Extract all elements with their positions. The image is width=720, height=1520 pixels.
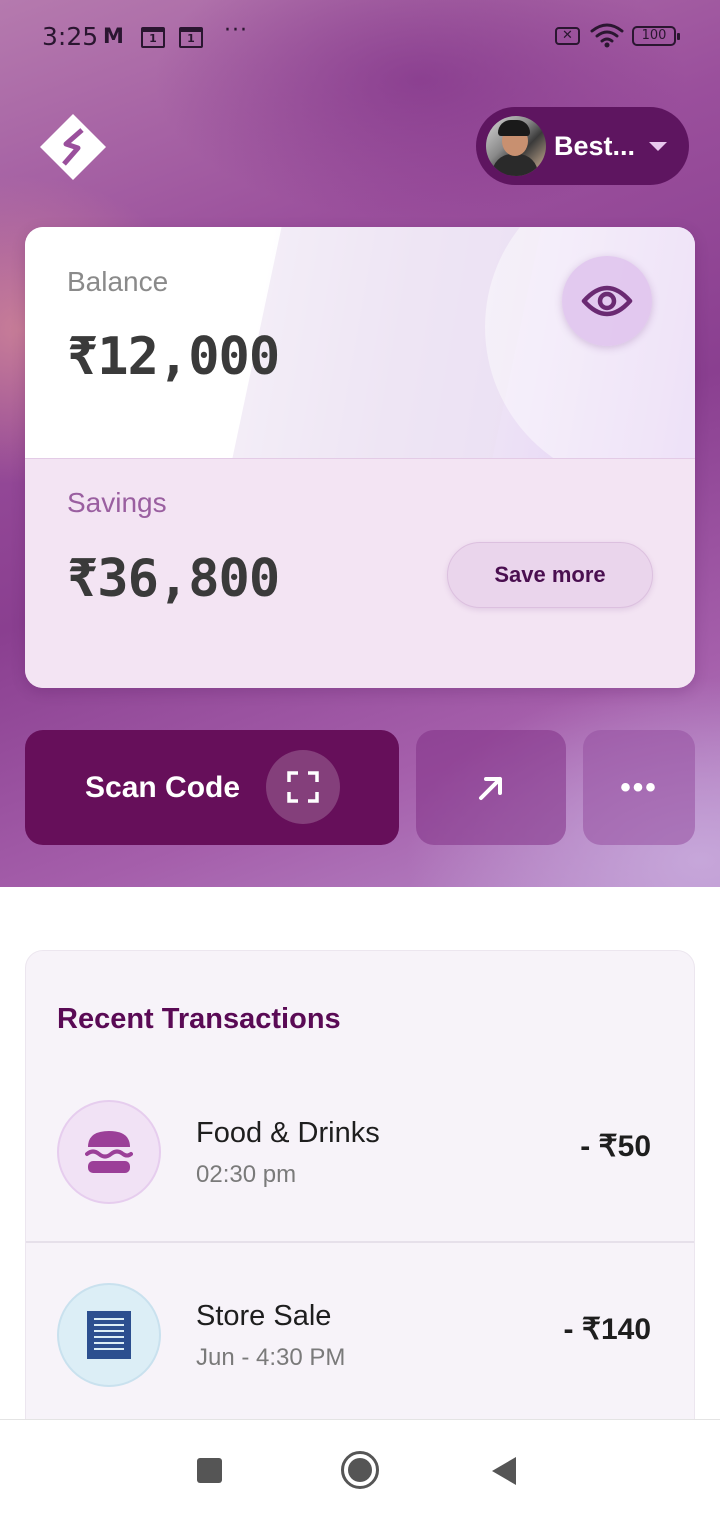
arrow-up-right-icon (479, 776, 502, 800)
more-actions-button[interactable]: ••• (583, 730, 695, 845)
document-icon (57, 1283, 161, 1387)
scan-code-label: Scan Code (85, 770, 241, 804)
transaction-time: 02:30 pm (196, 1161, 297, 1188)
recents-icon[interactable] (197, 1458, 222, 1483)
savings-section: Savings ₹36,800 Save more (25, 458, 695, 688)
profile-switcher[interactable]: Best... (476, 107, 689, 185)
section-title: Recent Transactions (57, 1003, 341, 1035)
gmail-icon: M (103, 24, 124, 48)
status-bar: 3:25 M 1 1 ··· ✕ 100 (0, 0, 720, 72)
battery-icon: 100 (632, 26, 680, 46)
status-time: 3:25 (42, 22, 99, 51)
savings-label: Savings (67, 487, 167, 518)
no-sim-icon: ✕ (555, 27, 580, 45)
send-money-button[interactable] (416, 730, 566, 845)
eye-icon (581, 285, 633, 317)
balance-label: Balance (67, 266, 169, 297)
app-logo-icon (38, 112, 108, 182)
transaction-time: Jun - 4:30 PM (196, 1344, 346, 1371)
more-notifications-icon: ··· (224, 18, 248, 43)
home-icon[interactable] (341, 1451, 379, 1489)
toggle-visibility-button[interactable] (562, 256, 652, 346)
chevron-down-icon (649, 141, 668, 151)
wifi-icon (590, 22, 624, 52)
transaction-amount: - ₹50 (580, 1130, 651, 1163)
balance-amount: ₹12,000 (67, 327, 280, 387)
recent-transactions-panel: Recent Transactions Food & Drinks 02:30 … (25, 950, 695, 1470)
profile-name: Best... (554, 130, 636, 161)
more-horizontal-icon: ••• (620, 770, 658, 804)
avatar (486, 116, 546, 176)
transaction-name: Food & Drinks (196, 1117, 380, 1149)
save-more-button[interactable]: Save more (447, 542, 653, 608)
balance-card: Balance ₹12,000 Savings ₹36,800 Save mor… (25, 227, 695, 688)
system-navigation-bar (0, 1419, 720, 1520)
scan-frame-icon (266, 750, 340, 824)
transaction-name: Store Sale (196, 1300, 332, 1332)
scan-code-button[interactable]: Scan Code (25, 730, 399, 845)
calendar-icon: 1 (141, 27, 165, 48)
transaction-row[interactable]: Store Sale Jun - 4:30 PM - ₹140 (26, 1244, 694, 1426)
transaction-row[interactable]: Food & Drinks 02:30 pm - ₹50 (26, 1061, 694, 1243)
transaction-amount: - ₹140 (563, 1313, 651, 1346)
calendar-icon: 1 (179, 27, 203, 48)
savings-amount: ₹36,800 (67, 549, 280, 609)
burger-icon (57, 1100, 161, 1204)
balance-section: Balance ₹12,000 (25, 227, 695, 458)
back-icon[interactable] (492, 1457, 516, 1485)
